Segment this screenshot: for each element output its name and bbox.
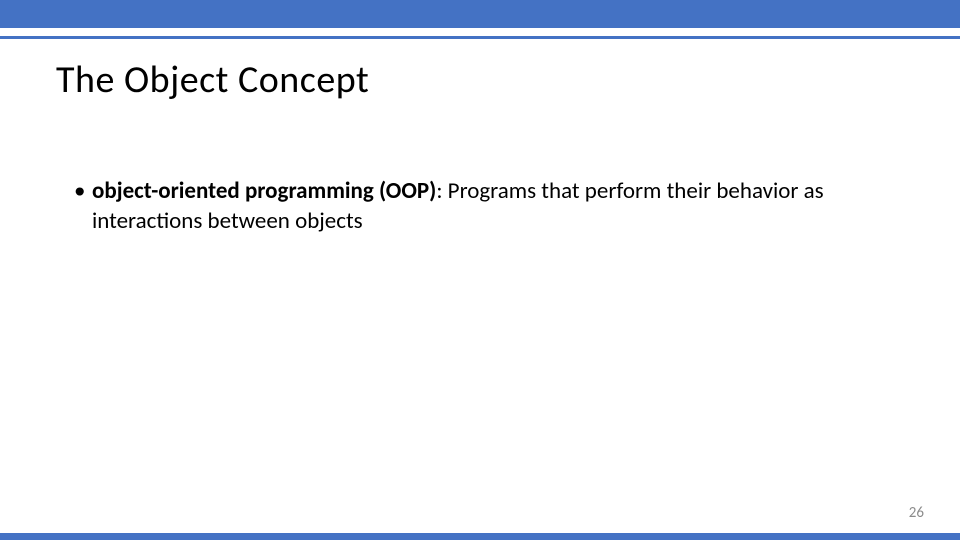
- top-accent-bar: [0, 0, 960, 28]
- bullet-bold-term: object-oriented programming (OOP): [92, 177, 436, 205]
- bottom-accent-bar: [0, 533, 960, 540]
- slide-title: The Object Concept: [56, 57, 904, 103]
- bullet-item: object-oriented programming (OOP): Progr…: [74, 177, 904, 237]
- bullet-section: object-oriented programming (OOP): Progr…: [56, 177, 904, 237]
- slide-content: The Object Concept object-oriented progr…: [0, 39, 960, 237]
- page-number: 26: [909, 504, 924, 522]
